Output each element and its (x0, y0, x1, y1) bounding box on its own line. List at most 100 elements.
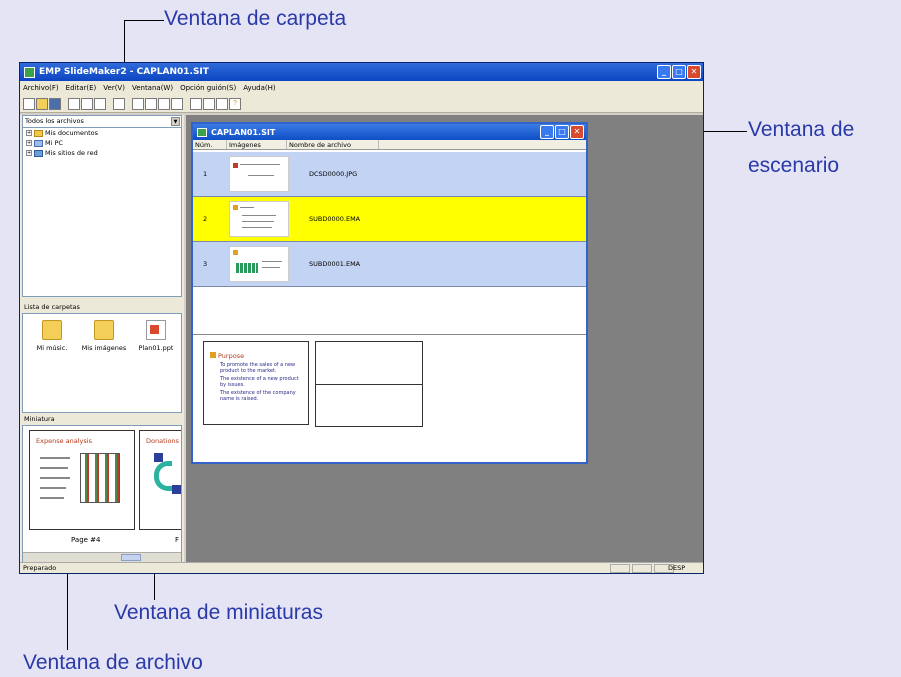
expand-icon[interactable]: + (26, 150, 32, 156)
horizontal-scrollbar[interactable] (23, 552, 181, 562)
leader-folder-h (124, 20, 164, 21)
callout-scenario-window-line2: escenario (748, 154, 840, 177)
table-row[interactable]: 3 SUBD0001.EMA (193, 242, 586, 287)
copy-icon[interactable] (81, 97, 93, 110)
tree-label: Mis sitios de red (45, 149, 98, 157)
slide-thumbnail (229, 156, 289, 192)
slide-thumbnail (229, 246, 289, 282)
callout-thumbnail-window: Ventana de miniaturas (114, 601, 323, 624)
projector-icon[interactable] (203, 97, 215, 110)
chevron-down-icon[interactable]: ▼ (171, 117, 180, 126)
row-number: 2 (203, 215, 208, 223)
app-window: EMP SlideMaker2 - CAPLAN01.SIT _ □ ✕ Arc… (19, 62, 704, 574)
column-header-nombre[interactable]: Nombre de archivo (287, 140, 379, 149)
scenario-table-header: Núm. Imágenes Nombre de archivo (193, 140, 586, 150)
callout-folder-window: Ventana de carpeta (164, 7, 347, 30)
scrollbar-thumb[interactable] (121, 554, 141, 561)
tree-item-mis-documentos[interactable]: + Mis documentos (23, 128, 181, 138)
thumbnail-card[interactable]: Expense analysis (29, 430, 135, 530)
view-details-icon[interactable] (158, 97, 170, 110)
save-icon[interactable] (49, 97, 61, 110)
file-item-plan01[interactable]: Plan01.ppt (131, 320, 181, 352)
view-icons-icon[interactable] (132, 97, 144, 110)
row-number: 1 (203, 170, 208, 178)
toolbar: ? (20, 95, 703, 113)
menu-editar[interactable]: Editar(E) (66, 84, 97, 92)
status-mode: DESP (668, 564, 686, 572)
tree-item-mis-sitios-de-red[interactable]: + Mis sitios de red (23, 148, 181, 158)
scenario-titlebar[interactable]: CAPLAN01.SIT _ □ ✕ (193, 124, 586, 140)
file-item-mi-musica[interactable]: Mi músic. (27, 320, 77, 352)
file-item-mis-imagenes[interactable]: Mis imágenes (79, 320, 129, 352)
scenario-title: CAPLAN01.SIT (211, 127, 276, 137)
folder-icon (34, 129, 43, 137)
app-icon (24, 66, 35, 78)
folder-filter-combo[interactable]: Todos los archivos ▼ (23, 116, 181, 128)
menu-opcion-guion[interactable]: Opción guión(S) (180, 84, 236, 92)
menu-ayuda[interactable]: Ayuda(H) (243, 84, 275, 92)
chart-thumbnail (80, 453, 120, 503)
file-pane-header: Lista de carpetas (24, 303, 80, 311)
row-filename: SUBD0001.EMA (309, 260, 361, 268)
maximize-button[interactable]: □ (555, 125, 569, 139)
app-titlebar[interactable]: EMP SlideMaker2 - CAPLAN01.SIT _ □ ✕ (20, 63, 703, 81)
slide-preview-bullet: To promote the sales of a new product to… (220, 362, 296, 374)
callout-file-window: Ventana de archivo (23, 651, 203, 674)
diagram-thumbnail (154, 461, 172, 491)
scenario-preview: Purpose To promote the sales of a new pr… (193, 334, 586, 446)
thumbnail-card[interactable]: Donations (139, 430, 181, 530)
column-header-num[interactable]: Núm. (193, 140, 227, 149)
menu-bar: Archivo(F) Editar(E) Ver(V) Ventana(W) O… (20, 81, 703, 95)
expand-icon[interactable]: + (26, 140, 32, 146)
slide-preview-title: Purpose (218, 352, 245, 360)
tree-item-mi-pc[interactable]: + Mi PC (23, 138, 181, 148)
open-folder-icon[interactable] (36, 97, 48, 110)
monitor-icon[interactable] (190, 97, 202, 110)
left-pane: Todos los archivos ▼ + Mis documentos + … (20, 115, 184, 563)
print-icon[interactable] (113, 97, 125, 110)
empty-slide-slot[interactable] (315, 341, 423, 427)
tree-label: Mi PC (45, 139, 63, 147)
paste-icon[interactable] (94, 97, 106, 110)
minimize-button[interactable]: _ (657, 65, 671, 79)
maximize-button[interactable]: □ (672, 65, 686, 79)
close-button[interactable]: ✕ (687, 65, 701, 79)
column-header-imagenes[interactable]: Imágenes (227, 140, 287, 149)
view-list-icon[interactable] (145, 97, 157, 110)
table-row[interactable]: 1 DCSD0000.JPG (193, 152, 586, 197)
view-columns-icon[interactable] (171, 97, 183, 110)
menu-archivo[interactable]: Archivo(F) (23, 84, 59, 92)
music-folder-icon (42, 320, 62, 340)
slide-preview-bullet: The existence of a new product by issues… (220, 376, 299, 388)
status-bar: Preparado DESP (20, 562, 703, 573)
powerpoint-file-icon (146, 320, 166, 340)
thumb-pane-header: Miniatura (24, 415, 55, 423)
slide-preview[interactable]: Purpose To promote the sales of a new pr… (203, 341, 309, 425)
transfer-icon[interactable] (216, 97, 228, 110)
table-row[interactable]: 2 SUBD0000.EMA (193, 197, 586, 242)
status-text: Preparado (23, 564, 57, 572)
thumbnail-label: F (175, 536, 180, 544)
new-file-icon[interactable] (23, 97, 35, 110)
scenario-icon (197, 127, 207, 137)
app-title: EMP SlideMaker2 - CAPLAN01.SIT (39, 67, 209, 77)
menu-ver[interactable]: Ver(V) (103, 84, 125, 92)
file-window: Mi músic. Mis imágenes Plan01.ppt (22, 313, 182, 413)
thumbnail-title: Expense analysis (36, 437, 92, 445)
folder-filter-value: Todos los archivos (25, 117, 84, 125)
thumbnail-title: Donations (146, 437, 179, 445)
menu-ventana[interactable]: Ventana(W) (132, 84, 173, 92)
help-icon[interactable]: ? (229, 97, 241, 110)
thumbnail-window: Expense analysis Donations Page #4 F (22, 425, 182, 563)
expand-icon[interactable]: + (26, 130, 32, 136)
tree-label: Mis documentos (45, 129, 99, 137)
close-button[interactable]: ✕ (570, 125, 584, 139)
file-item-label: Mis imágenes (81, 344, 127, 352)
minimize-button[interactable]: _ (540, 125, 554, 139)
row-number: 3 (203, 260, 208, 268)
slide-thumbnail (229, 201, 289, 237)
folder-window: Todos los archivos ▼ + Mis documentos + … (22, 115, 182, 297)
computer-icon (34, 139, 43, 147)
slide-preview-bullet: The existence of the company name is rai… (220, 390, 296, 402)
cut-icon[interactable] (68, 97, 80, 110)
